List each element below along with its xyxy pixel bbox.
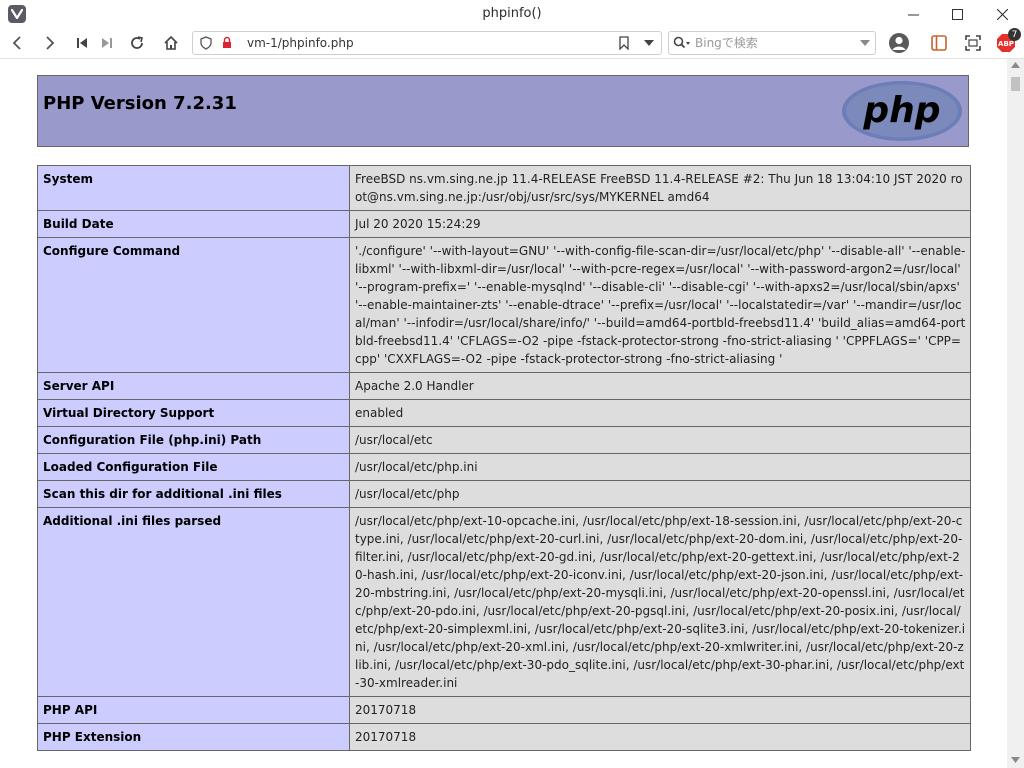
svg-text:php: php bbox=[862, 90, 940, 131]
address-url[interactable]: vm-1/phpinfo.php bbox=[247, 36, 354, 50]
reload-button[interactable] bbox=[125, 31, 149, 55]
table-row: Configure Command './configure' '--with-l… bbox=[37, 237, 971, 373]
chevron-down-icon[interactable] bbox=[644, 40, 654, 46]
row-key: Scan this dir for additional .ini files bbox=[37, 480, 350, 508]
search-input[interactable] bbox=[695, 35, 845, 51]
fast-forward-icon bbox=[102, 38, 112, 48]
title-bar: phpinfo() bbox=[0, 0, 1024, 28]
row-key: System bbox=[37, 165, 350, 211]
row-key: Loaded Configuration File bbox=[37, 453, 350, 481]
php-version-header: PHP Version 7.2.31 php bbox=[37, 75, 969, 147]
row-value: /usr/local/etc/php.ini bbox=[349, 453, 971, 481]
scroll-down-arrow-icon[interactable] bbox=[1011, 757, 1020, 763]
home-button[interactable] bbox=[159, 31, 183, 55]
address-bar[interactable]: vm-1/phpinfo.php bbox=[192, 31, 662, 55]
bookmark-icon[interactable] bbox=[619, 36, 629, 50]
capture-button[interactable] bbox=[961, 31, 985, 55]
table-row: Virtual Directory Support enabled bbox=[37, 399, 971, 427]
row-key: Virtual Directory Support bbox=[37, 399, 350, 427]
row-value: /usr/local/etc bbox=[349, 426, 971, 454]
row-value: /usr/local/etc/php bbox=[349, 480, 971, 508]
forward-button[interactable] bbox=[38, 31, 62, 55]
profile-button[interactable] bbox=[887, 31, 911, 55]
shield-icon[interactable] bbox=[200, 36, 212, 50]
table-row: PHP Extension 20170718 bbox=[37, 723, 971, 751]
rewind-button[interactable] bbox=[70, 31, 94, 55]
chevron-down-icon[interactable] bbox=[860, 40, 870, 46]
fast-forward-button[interactable] bbox=[95, 31, 119, 55]
row-key: PHP API bbox=[37, 696, 350, 724]
row-key: Build Date bbox=[37, 210, 350, 238]
panel-toggle-button[interactable] bbox=[927, 31, 951, 55]
row-key: Additional .ini files parsed bbox=[37, 507, 350, 697]
page-title: PHP Version 7.2.31 bbox=[43, 93, 237, 114]
chevron-left-icon bbox=[12, 36, 21, 50]
svg-text:ABP: ABP bbox=[998, 40, 1014, 48]
row-key: Configuration File (php.ini) Path bbox=[37, 426, 350, 454]
row-value: 20170718 bbox=[349, 696, 971, 724]
profile-avatar-icon bbox=[889, 33, 909, 53]
php-logo: php bbox=[842, 81, 962, 141]
row-key: PHP Extension bbox=[37, 723, 350, 751]
rewind-icon bbox=[77, 38, 87, 48]
insecure-lock-icon[interactable] bbox=[222, 36, 232, 50]
row-value: Apache 2.0 Handler bbox=[349, 372, 971, 400]
home-icon bbox=[164, 35, 178, 50]
vertical-scrollbar[interactable] bbox=[1007, 59, 1024, 768]
row-value: './configure' '--with-layout=GNU' '--wit… bbox=[349, 237, 971, 373]
search-icon[interactable] bbox=[673, 36, 691, 50]
screenshot-capture-icon bbox=[965, 35, 981, 51]
table-row: Build Date Jul 20 2020 15:24:29 bbox=[37, 210, 971, 238]
table-row: System FreeBSD ns.vm.sing.ne.jp 11.4-RELE… bbox=[37, 165, 971, 211]
table-row: PHP API 20170718 bbox=[37, 696, 971, 724]
table-row: Scan this dir for additional .ini files /… bbox=[37, 480, 971, 508]
navigation-bar: vm-1/phpinfo.php ABP 7 bbox=[0, 28, 1024, 59]
panel-icon bbox=[931, 35, 947, 51]
row-value: /usr/local/etc/php/ext-10-opcache.ini, /… bbox=[349, 507, 971, 697]
row-key: Configure Command bbox=[37, 237, 350, 373]
scrollbar-thumb[interactable] bbox=[1011, 77, 1020, 91]
search-bar[interactable] bbox=[668, 31, 876, 55]
table-row: Additional .ini files parsed/usr/local/e… bbox=[37, 507, 971, 697]
row-value: FreeBSD ns.vm.sing.ne.jp 11.4-RELEASE Fr… bbox=[349, 165, 971, 211]
row-value: Jul 20 2020 15:24:29 bbox=[349, 210, 971, 238]
table-row: Configuration File (php.ini) Path/usr/lo… bbox=[37, 426, 971, 454]
php-info-table: System FreeBSD ns.vm.sing.ne.jp 11.4-RELE… bbox=[37, 165, 971, 751]
maximize-button[interactable] bbox=[934, 0, 980, 28]
minimize-button[interactable] bbox=[890, 0, 936, 28]
row-value: enabled bbox=[349, 399, 971, 427]
table-row: Server API Apache 2.0 Handler bbox=[37, 372, 971, 400]
reload-icon bbox=[131, 36, 143, 49]
extension-count-badge: 7 bbox=[1008, 28, 1021, 41]
scroll-up-arrow-icon[interactable] bbox=[1011, 62, 1020, 68]
table-row: Loaded Configuration File/usr/local/etc/… bbox=[37, 453, 971, 481]
chevron-right-icon bbox=[46, 36, 55, 50]
row-value: 20170718 bbox=[349, 723, 971, 751]
row-key: Server API bbox=[37, 372, 350, 400]
window-title: phpinfo() bbox=[482, 6, 542, 21]
back-button[interactable] bbox=[5, 31, 29, 55]
page-viewport: PHP Version 7.2.31 php System FreeBSD ns.… bbox=[0, 59, 1007, 768]
close-window-button[interactable] bbox=[979, 0, 1024, 28]
